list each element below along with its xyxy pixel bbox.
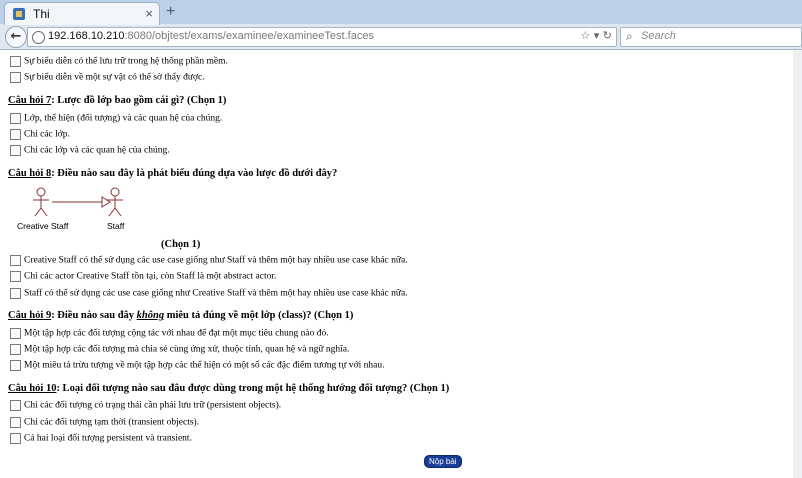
favicon-icon [13,8,25,20]
checkbox[interactable] [10,399,21,411]
checkbox[interactable] [10,359,21,371]
checkbox[interactable] [10,287,21,299]
option-prev-2[interactable]: Sự biểu diễn về một sự vật có thể sờ thấ… [10,68,205,83]
q8-option-3[interactable]: Staff có thể sử dụng các use case giống … [10,284,408,299]
reload-icon[interactable]: ☆ ▾ ↻ [580,29,612,42]
navigation-bar: ← 192.168.10.210:8080/objtest/exams/exam… [0,24,802,49]
url-path: :8080/objtest/exams/examinee/examineeTes… [124,30,374,42]
search-icon: ⌕ [626,29,633,43]
q10-option-1[interactable]: Chỉ các đối tượng có trạng thái cần phải… [10,396,281,411]
globe-icon [32,31,45,44]
checkbox[interactable] [10,327,21,339]
checkbox[interactable] [10,71,21,83]
actor-label-staff: Staff [107,221,125,231]
question-8-chon: (Chọn 1) [161,239,201,250]
browser-chrome: Thi × + ← 192.168.10.210:8080/objtest/ex… [0,0,802,50]
checkbox[interactable] [10,416,21,428]
tab-title: Thi [33,7,50,21]
tab-thi[interactable]: Thi × [4,2,160,25]
submit-button[interactable]: Nộp bài [424,455,462,468]
question-7-title: Câu hỏi 7: Lược đồ lớp bao gồm cái gì? (… [8,95,227,106]
q10-option-3[interactable]: Cả hai loại đối tượng persistent và tran… [10,429,192,444]
checkbox[interactable] [10,432,21,444]
actor-creative-staff-icon [33,187,49,217]
use-case-diagram: Creative Staff Staff [17,187,125,231]
close-icon[interactable]: × [145,6,153,21]
q8-option-2[interactable]: Chỉ các actor Creative Staff tồn tại, cò… [10,267,276,282]
question-9-title: Câu hỏi 9: Điều nào sau đây không miêu t… [8,310,354,321]
checkbox[interactable] [10,254,21,266]
tab-bar: Thi × + [0,0,802,25]
question-8-title: Câu hỏi 8: Điều nào sau đây là phát biểu… [8,168,338,179]
checkbox[interactable] [10,270,21,282]
url-host: 192.168.10.210 [48,30,125,42]
arrow-head-icon [101,196,111,208]
scrollbar[interactable] [793,50,802,478]
search-placeholder: Search [641,30,676,42]
q9-option-1[interactable]: Một tập hợp các đối tượng cộng tác với n… [10,324,329,339]
q7-option-2[interactable]: Chỉ các lớp. [10,125,70,140]
checkbox[interactable] [10,128,21,140]
exam-page: Sự biểu diễn có thể lưu trữ trong hệ thố… [0,50,793,478]
back-button[interactable]: ← [5,26,27,48]
q7-option-3[interactable]: Chỉ các lớp và các quan hệ của chúng. [10,141,170,156]
new-tab-icon[interactable]: + [166,3,175,21]
q9-option-3[interactable]: Một miêu tả trừu tượng về một tập hợp cá… [10,356,384,371]
question-10-title: Câu hỏi 10: Loại đối tượng nào sau đâu đ… [8,383,450,394]
q7-option-1[interactable]: Lớp, thể hiện (đối tượng) và các quan hệ… [10,109,222,124]
search-input[interactable]: ⌕ Search [620,27,802,47]
q10-option-2[interactable]: Chỉ các đối tượng tạm thời (transient ob… [10,413,199,428]
q8-option-1[interactable]: Creative Staff có thể sử dụng các use ca… [10,251,408,266]
option-prev-1[interactable]: Sự biểu diễn có thể lưu trữ trong hệ thố… [10,52,228,67]
url-text: 192.168.10.210:8080/objtest/exams/examin… [48,30,374,42]
checkbox[interactable] [10,55,21,67]
actor-label-creative-staff: Creative Staff [17,221,69,231]
checkbox[interactable] [10,343,21,355]
checkbox[interactable] [10,112,21,124]
address-bar[interactable]: 192.168.10.210:8080/objtest/exams/examin… [27,27,617,47]
q9-option-2[interactable]: Một tập hợp các đối tượng mà chia sẻ cùn… [10,340,349,355]
checkbox[interactable] [10,144,21,156]
